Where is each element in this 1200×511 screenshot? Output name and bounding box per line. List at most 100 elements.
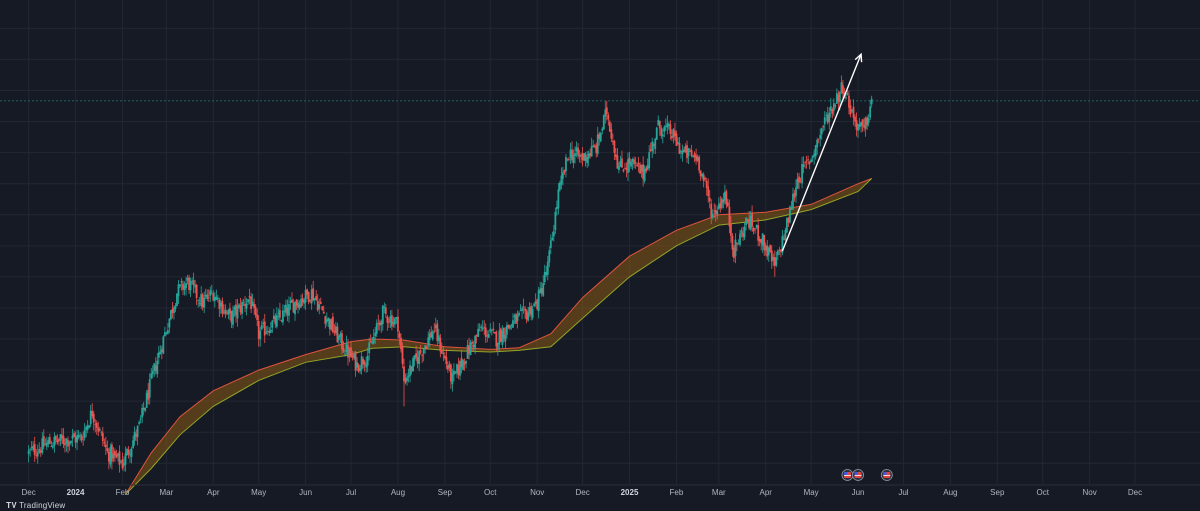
x-tick-label: Sep <box>990 488 1005 497</box>
candle-body <box>397 316 399 332</box>
x-tick-label: 2025 <box>621 488 639 497</box>
candle-body <box>259 330 262 340</box>
candle-body <box>269 329 272 333</box>
candle-body <box>704 178 707 180</box>
candle-body <box>180 281 183 283</box>
candle-body <box>368 342 371 354</box>
candle-body <box>687 148 690 156</box>
candle-body <box>29 449 32 451</box>
candle-body <box>422 348 425 354</box>
candle-body <box>487 334 490 338</box>
x-tick-label: May <box>804 488 819 497</box>
x-tick-label: Dec <box>575 488 589 497</box>
candle-body <box>577 147 579 156</box>
candle-body <box>27 450 30 455</box>
candle-body <box>605 107 608 115</box>
candle-body <box>95 422 98 429</box>
candle-body <box>471 341 474 344</box>
x-tick-label: Aug <box>391 488 405 497</box>
candle-body <box>708 197 711 202</box>
candle-body <box>819 135 822 139</box>
candle-body <box>822 126 825 128</box>
candle-body <box>451 373 454 385</box>
candle-body <box>366 355 369 366</box>
candle-body <box>278 310 281 318</box>
x-tick-label: Sep <box>438 488 453 497</box>
candle-body <box>83 429 86 438</box>
candle-body <box>654 138 657 149</box>
candle-body <box>138 422 141 424</box>
candle-body <box>185 282 187 289</box>
candle-body <box>384 307 387 314</box>
candle-body <box>36 452 39 457</box>
candle-body <box>322 311 325 314</box>
candle-body <box>106 447 109 452</box>
candle-body <box>70 440 72 443</box>
candle-body <box>453 370 455 375</box>
candle-body <box>743 226 746 238</box>
candle-body <box>401 347 404 364</box>
candle-body <box>648 152 651 168</box>
candle-body <box>663 126 666 132</box>
candle-body <box>736 242 738 244</box>
candle-body <box>546 261 549 275</box>
candle-body <box>846 93 849 95</box>
candle-body <box>810 159 813 162</box>
candle-body <box>275 314 278 327</box>
candle-body <box>341 333 343 350</box>
candle-body <box>533 303 536 307</box>
candle-body <box>254 307 257 316</box>
candle-body <box>406 377 408 381</box>
candle-body <box>33 444 36 455</box>
candle-body <box>425 346 428 349</box>
candle-body <box>462 359 464 370</box>
candle-body <box>751 212 754 227</box>
candle-body <box>82 439 85 441</box>
chart-panel[interactable]: Dec 2024 Feb Mar Apr May Jun Jul Aug Sep Oct Nov Dec… <box>0 0 1200 510</box>
price-chart[interactable]: Dec 2024 Feb Mar Apr May Jun Jul Aug Sep Oct Nov Dec… <box>0 0 1200 510</box>
candle-body <box>817 138 820 140</box>
candle-body <box>870 98 873 105</box>
us-flag-icon <box>852 469 864 481</box>
candle-body <box>522 306 525 308</box>
x-tick-label: Jun <box>299 488 312 497</box>
candle-body <box>465 360 467 364</box>
candle-body <box>776 250 779 256</box>
candle-body <box>247 299 250 303</box>
candle-body <box>602 115 605 130</box>
x-tick-label: Oct <box>1036 488 1049 497</box>
candle-body <box>433 330 436 332</box>
candle-body <box>144 407 147 411</box>
x-tick-label: Feb <box>670 488 684 497</box>
candle-body <box>745 217 747 226</box>
flag-canton <box>854 472 858 475</box>
candle-body <box>174 305 177 309</box>
candle-body <box>658 120 661 129</box>
candle-body <box>224 309 227 315</box>
candle-body <box>282 310 284 323</box>
candle-body <box>842 85 844 94</box>
candle-body <box>156 360 159 374</box>
candle-body <box>798 176 800 183</box>
candle-body <box>512 320 514 328</box>
candle-body <box>832 103 835 111</box>
candle-body <box>207 297 210 299</box>
flag-canton <box>843 472 848 475</box>
candle-body <box>148 379 151 398</box>
candle-body <box>127 449 130 455</box>
candle-body <box>477 328 480 338</box>
candle-body <box>210 292 213 294</box>
candle-body <box>490 330 493 332</box>
candle-body <box>179 284 181 287</box>
candle-body <box>572 155 575 163</box>
x-tick-label: Apr <box>760 488 773 497</box>
candle-body <box>442 352 445 354</box>
candle-body <box>291 299 293 303</box>
candle-body <box>79 434 82 436</box>
candle-body <box>104 444 107 448</box>
candle-body <box>861 119 864 126</box>
candle-body <box>386 316 389 323</box>
x-tick-label: Apr <box>207 488 220 497</box>
x-tick-label: Jun <box>852 488 865 497</box>
candle-body <box>542 283 545 296</box>
